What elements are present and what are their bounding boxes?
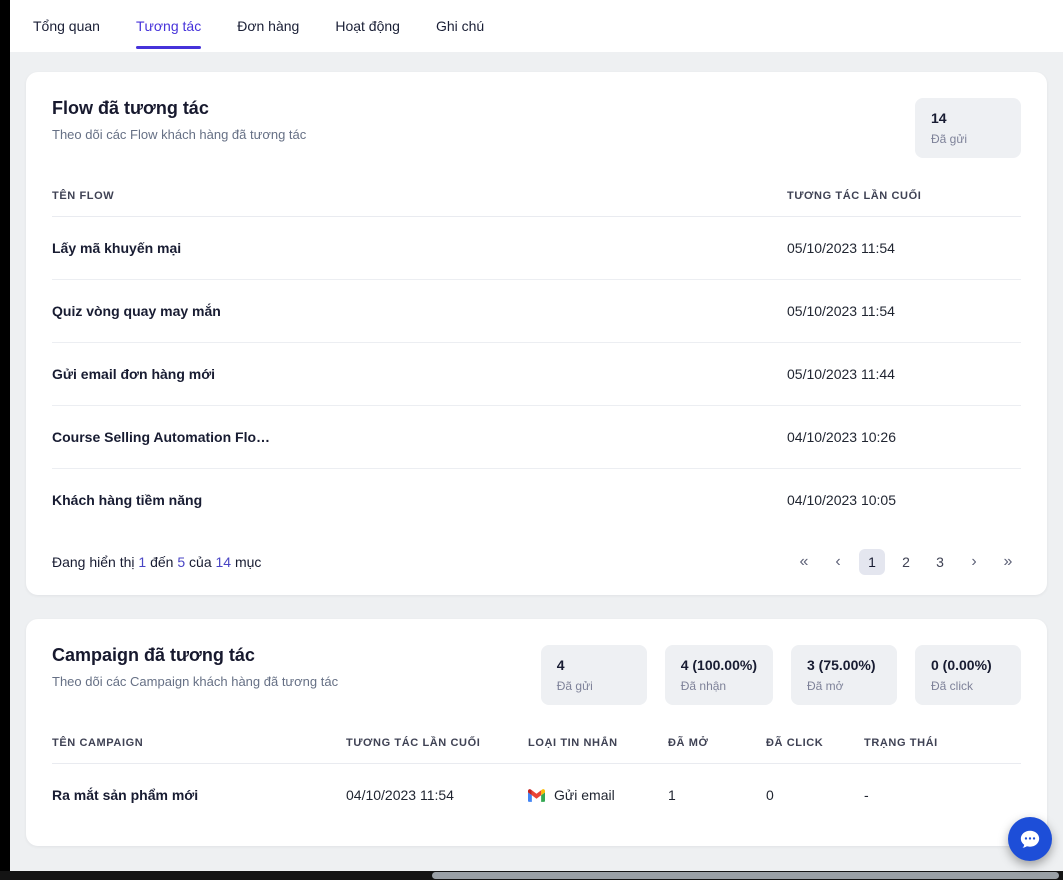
summary-to-word: đến bbox=[150, 554, 174, 570]
tab-tong-quan[interactable]: Tổng quan bbox=[33, 0, 100, 52]
campaign-message-type: Gửi email bbox=[528, 787, 668, 803]
next-page-button[interactable]: › bbox=[961, 549, 987, 575]
campaign-last-interaction: 04/10/2023 11:54 bbox=[346, 787, 454, 803]
summary-prefix: Đang hiển thị bbox=[52, 554, 135, 570]
tab-tuong-tac[interactable]: Tương tác bbox=[135, 0, 202, 52]
flow-name: Khách hàng tiềm năng bbox=[52, 492, 203, 508]
campaign-stat-opened-label: Đã mở bbox=[807, 679, 844, 693]
campaign-stat-opened-value: 3 (75.00%) bbox=[807, 657, 876, 673]
tab-don-hang[interactable]: Đơn hàng bbox=[237, 0, 299, 52]
campaign-stat-sent: 4 Đã gửi bbox=[540, 645, 647, 705]
flow-stats: 14 Đã gửi bbox=[915, 98, 1021, 158]
tab-bar: Tổng quan Tương tác Đơn hàng Hoạt động G… bbox=[10, 0, 1063, 52]
campaign-stat-clicked: 0 (0.00%) Đã click bbox=[915, 645, 1021, 705]
summary-from: 1 bbox=[138, 554, 147, 570]
campaign-stats: 4 Đã gửi 4 (100.00%) Đã nhận 3 (75.00%) … bbox=[540, 645, 1021, 705]
prev-page-button[interactable]: ‹ bbox=[825, 549, 851, 575]
campaign-stat-clicked-value: 0 (0.00%) bbox=[931, 657, 992, 673]
summary-total: 14 bbox=[215, 554, 232, 570]
horizontal-scrollbar bbox=[0, 871, 1063, 880]
last-page-button[interactable]: » bbox=[995, 549, 1021, 575]
flow-last-interaction: 05/10/2023 11:54 bbox=[787, 240, 895, 256]
campaign-col-last-interaction: TƯƠNG TÁC LẦN CUỐI bbox=[346, 737, 481, 749]
summary-items-word: mục bbox=[234, 554, 262, 570]
table-row[interactable]: Gửi email đơn hàng mới 05/10/2023 11:44 bbox=[52, 343, 1021, 406]
campaign-table-header: TÊN CAMPAIGN TƯƠNG TÁC LẦN CUỐI LOẠI TIN… bbox=[52, 737, 1021, 764]
flow-col-name: TÊN FLOW bbox=[52, 190, 115, 202]
flow-interactions-card: Flow đã tương tác Theo dõi các Flow khác… bbox=[26, 72, 1047, 595]
flow-stat-sent: 14 Đã gửi bbox=[915, 98, 1021, 158]
summary-of-word: của bbox=[189, 554, 212, 570]
pagination: « ‹ 1 2 3 › » bbox=[791, 549, 1021, 575]
flow-last-interaction: 04/10/2023 10:05 bbox=[787, 492, 896, 508]
flow-card-subtitle: Theo dõi các Flow khách hàng đã tương tá… bbox=[52, 127, 307, 142]
campaign-card-heading: Campaign đã tương tác Theo dõi các Campa… bbox=[52, 645, 338, 689]
campaign-col-status: TRẠNG THÁI bbox=[864, 737, 938, 749]
campaign-table: TÊN CAMPAIGN TƯƠNG TÁC LẦN CUỐI LOẠI TIN… bbox=[52, 737, 1021, 826]
flow-name: Course Selling Automation Flo… bbox=[52, 429, 271, 445]
campaign-col-clicked: ĐÃ CLICK bbox=[766, 737, 824, 749]
flow-stat-sent-value: 14 bbox=[931, 110, 947, 126]
campaign-stat-received-label: Đã nhận bbox=[680, 679, 727, 693]
flow-name: Quiz vòng quay may mắn bbox=[52, 303, 221, 319]
pagination-summary: Đang hiển thị 1 đến 5 của 14 mục bbox=[52, 554, 261, 570]
campaign-status: - bbox=[864, 787, 869, 803]
tab-ghi-chu[interactable]: Ghi chú bbox=[436, 0, 484, 52]
flow-card-title: Flow đã tương tác bbox=[52, 98, 209, 118]
flow-stat-sent-label: Đã gửi bbox=[931, 132, 968, 146]
campaign-name: Ra mắt sản phẩm mới bbox=[52, 787, 199, 803]
campaign-col-opened: ĐÃ MỞ bbox=[668, 737, 709, 749]
table-row[interactable]: Course Selling Automation Flo… 04/10/202… bbox=[52, 406, 1021, 469]
campaign-message-type-label: Gửi email bbox=[554, 787, 615, 803]
campaign-col-message-type: LOẠI TIN NHẮN bbox=[528, 737, 618, 749]
chat-widget-button[interactable] bbox=[1008, 817, 1052, 861]
campaign-stat-sent-value: 4 bbox=[556, 657, 565, 673]
page-button-1[interactable]: 1 bbox=[859, 549, 885, 575]
flow-last-interaction: 04/10/2023 10:26 bbox=[787, 429, 896, 445]
customer-detail-panel: Tổng quan Tương tác Đơn hàng Hoạt động G… bbox=[10, 0, 1063, 880]
campaign-stat-sent-label: Đã gửi bbox=[556, 679, 593, 693]
campaign-card-subtitle: Theo dõi các Campaign khách hàng đã tươn… bbox=[52, 674, 339, 689]
flow-name: Lấy mã khuyến mại bbox=[52, 240, 182, 256]
tab-hoat-dong[interactable]: Hoạt động bbox=[335, 0, 400, 52]
table-row[interactable]: Lấy mã khuyến mại 05/10/2023 11:54 bbox=[52, 217, 1021, 280]
flow-col-last-interaction: TƯƠNG TÁC LẦN CUỐI bbox=[787, 190, 922, 202]
flow-last-interaction: 05/10/2023 11:44 bbox=[787, 366, 895, 382]
horizontal-scrollbar-thumb[interactable] bbox=[432, 872, 1059, 879]
table-row[interactable]: Ra mắt sản phẩm mới 04/10/2023 11:54 Gửi… bbox=[52, 764, 1021, 826]
campaign-stat-clicked-label: Đã click bbox=[931, 679, 974, 693]
page-button-2[interactable]: 2 bbox=[893, 549, 919, 575]
campaign-stat-received-value: 4 (100.00%) bbox=[680, 657, 757, 673]
flow-name: Gửi email đơn hàng mới bbox=[52, 366, 216, 382]
campaign-interactions-card: Campaign đã tương tác Theo dõi các Campa… bbox=[26, 619, 1047, 846]
flow-table-header: TÊN FLOW TƯƠNG TÁC LẦN CUỐI bbox=[52, 190, 1021, 217]
campaign-stat-opened: 3 (75.00%) Đã mở bbox=[791, 645, 897, 705]
table-row[interactable]: Khách hàng tiềm năng 04/10/2023 10:05 bbox=[52, 469, 1021, 531]
campaign-card-title: Campaign đã tương tác bbox=[52, 645, 255, 665]
tab-content: Flow đã tương tác Theo dõi các Flow khác… bbox=[10, 52, 1063, 880]
campaign-clicked: 0 bbox=[766, 787, 774, 803]
summary-to: 5 bbox=[177, 554, 186, 570]
campaign-col-name: TÊN CAMPAIGN bbox=[52, 737, 144, 749]
flow-table-footer: Đang hiển thị 1 đến 5 của 14 mục « ‹ 1 2… bbox=[52, 531, 1021, 575]
flow-card-heading: Flow đã tương tác Theo dõi các Flow khác… bbox=[52, 98, 306, 142]
flow-last-interaction: 05/10/2023 11:54 bbox=[787, 303, 895, 319]
campaign-stat-received: 4 (100.00%) Đã nhận bbox=[664, 645, 773, 705]
page-button-3[interactable]: 3 bbox=[927, 549, 953, 575]
campaign-opened: 1 bbox=[668, 787, 676, 803]
gmail-icon bbox=[528, 788, 545, 802]
first-page-button[interactable]: « bbox=[791, 549, 817, 575]
flow-table: TÊN FLOW TƯƠNG TÁC LẦN CUỐI Lấy mã khuyế… bbox=[52, 190, 1021, 531]
chat-bubble-icon bbox=[1019, 828, 1041, 850]
table-row[interactable]: Quiz vòng quay may mắn 05/10/2023 11:54 bbox=[52, 280, 1021, 343]
